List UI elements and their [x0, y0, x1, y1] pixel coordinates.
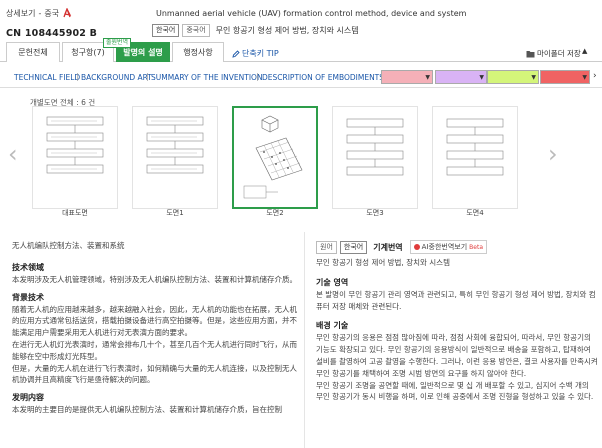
dropdown-arrow-icon: ▼	[425, 74, 430, 81]
nav-technical-field[interactable]: TECHNICAL FIELD	[14, 73, 80, 82]
shortcut-tip-label: 단축키 TIP	[242, 49, 279, 58]
paragraph: 本发明的主要目的是提供无人机编队控制方法、装置和计算机储存介质，旨在控制	[12, 405, 282, 415]
scroll-top-button[interactable]: ▲	[582, 47, 587, 55]
ai-translation-button[interactable]: AI중한번역보기 Beta	[409, 240, 488, 254]
breadcrumb-detail[interactable]: 상세보기	[6, 8, 35, 19]
translation-column: 원어 한국어 기계번역 AI중한번역보기 Beta 무인 항공기 형성 제어 방…	[316, 240, 598, 403]
title-language-row: 한국어 중국어 무인 항공기 형성 제어 방법, 장치와 시스템	[152, 24, 359, 37]
section-heading: 技术领域	[12, 262, 44, 272]
drawing-caption: 도면3	[366, 209, 384, 217]
nav-embodiments[interactable]: DESCRIPTION OF EMBODIMENTS	[262, 73, 384, 82]
section-heading: 기술 영역	[316, 277, 349, 287]
translated-title: 무인 항공기 형성 제어 방법, 장치와 시스템	[316, 258, 450, 267]
dropdown-arrow-icon: ▼	[479, 74, 484, 81]
next-highlight-icon[interactable]: ›	[593, 71, 597, 81]
breadcrumb-separator: -	[38, 9, 42, 18]
nav-separator: |	[146, 72, 149, 81]
lang-chinese-button[interactable]: 중국어	[182, 24, 210, 37]
drawing-thumbnail-selected[interactable]	[232, 106, 318, 209]
drawing-thumbnail[interactable]	[432, 106, 518, 209]
translation-header: 원어 한국어 기계번역 AI중한번역보기 Beta	[316, 240, 598, 254]
original-text-column: 无人机编队控制方法、装置和系统 技术领域 本发明涉及无人机管理领域，特别涉及无人…	[12, 240, 297, 416]
paragraph: 随着无人机的应用越来越多，越来越融入社会，因此，无人机的功能也在拓展，无人机的应…	[12, 304, 297, 338]
drawing-caption: 도면2	[266, 209, 284, 217]
highlight-red-select[interactable]: ▼	[540, 70, 590, 84]
english-title: Unmanned aerial vehicle (UAV) formation …	[156, 9, 467, 18]
paragraph: 본 발명이 무인 항공기 관리 영역과 관련되고, 특히 무인 항공기 형성 제…	[316, 289, 596, 311]
paragraph: 무인 항공기의 응용은 점점 많아짐에 따라, 점점 사회에 융합되어, 따라서…	[316, 333, 598, 378]
highlight-lime-select[interactable]: ▼	[487, 70, 539, 84]
korean-title: 무인 항공기 형성 제어 방법, 장치와 시스템	[215, 26, 359, 35]
nav-separator: |	[76, 72, 79, 81]
original-lang-button[interactable]: 원어	[316, 240, 337, 254]
machine-translation-label: 기계번역	[373, 242, 403, 252]
shortcut-tip-link[interactable]: 단축키 TIP	[232, 48, 279, 59]
paragraph: 本发明涉及无人机管理领域，特别涉及无人机编队控制方法、装置和计算机储存介质。	[12, 274, 297, 284]
beta-badge: Beta	[469, 243, 484, 251]
section-heading: 背景技术	[12, 292, 44, 302]
paragraph: 무인 항공기 조명을 공연할 때에, 일반적으로 몇 십 개 배포할 수 있고,…	[316, 380, 594, 402]
paragraph: 但是，大量的无人机在进行飞行表演时，如何精确与大量的无人机连接，以及控制无人机协…	[12, 363, 297, 385]
drawing-caption: 도면1	[166, 209, 184, 217]
korean-lang-button[interactable]: 한국어	[339, 240, 368, 254]
folder-icon	[526, 50, 535, 57]
nav-background-art[interactable]: BACKGROUND ART	[81, 73, 152, 82]
section-heading: 发明内容	[12, 393, 44, 403]
ai-translation-label: AI중한번역보기	[421, 243, 468, 251]
column-divider	[304, 232, 305, 448]
section-navigation: TECHNICAL FIELD | BACKGROUND ART | SUMMA…	[0, 66, 602, 88]
dropdown-arrow-icon: ▼	[582, 74, 587, 81]
pencil-icon	[232, 49, 240, 58]
tab-full-document[interactable]: 문헌전체	[6, 42, 60, 62]
paragraph: 在进行无人机灯光表演时，通常会排布几十个，甚至几百个无人机进行同时飞行，从而能够…	[12, 339, 297, 361]
highlight-purple-select[interactable]: ▼	[435, 70, 487, 84]
drawing-caption: 대표도면	[62, 209, 88, 217]
drawing-caption: 도면4	[466, 209, 484, 217]
tab-administrative[interactable]: 행정사항	[172, 42, 224, 62]
nav-separator: |	[256, 72, 259, 81]
lang-korean-button[interactable]: 한국어	[152, 24, 180, 37]
nav-summary[interactable]: SUMMARY OF THE INVENTION	[151, 73, 263, 82]
drawing-thumbnail[interactable]	[332, 106, 418, 209]
save-to-folder-label: 마이폴더 저장	[537, 49, 581, 58]
breadcrumb: 상세보기 - 중국	[6, 8, 72, 19]
save-to-folder-button[interactable]: 마이폴더 저장	[526, 48, 581, 59]
chevron-left-icon[interactable]: ‹	[8, 140, 18, 168]
drawing-thumbnail[interactable]	[132, 106, 218, 209]
document-tabs: 문헌전체 청구항(7) 발명의 설명 행정사항	[0, 42, 602, 62]
publication-number: CN 108445902 B	[6, 28, 98, 39]
breadcrumb-country: 중국	[44, 9, 60, 18]
original-title: 无人机编队控制方法、装置和系统	[12, 241, 125, 250]
drawing-thumbnail[interactable]	[32, 106, 118, 209]
highlight-pink-select[interactable]: ▼	[381, 70, 433, 84]
section-heading: 배경 기술	[316, 321, 349, 331]
dropdown-arrow-icon: ▼	[531, 74, 536, 81]
papago-icon	[413, 244, 420, 250]
translation-badge: 출원번역	[103, 38, 132, 48]
pdf-icon[interactable]	[62, 8, 72, 19]
chevron-right-icon[interactable]: ›	[548, 140, 558, 168]
